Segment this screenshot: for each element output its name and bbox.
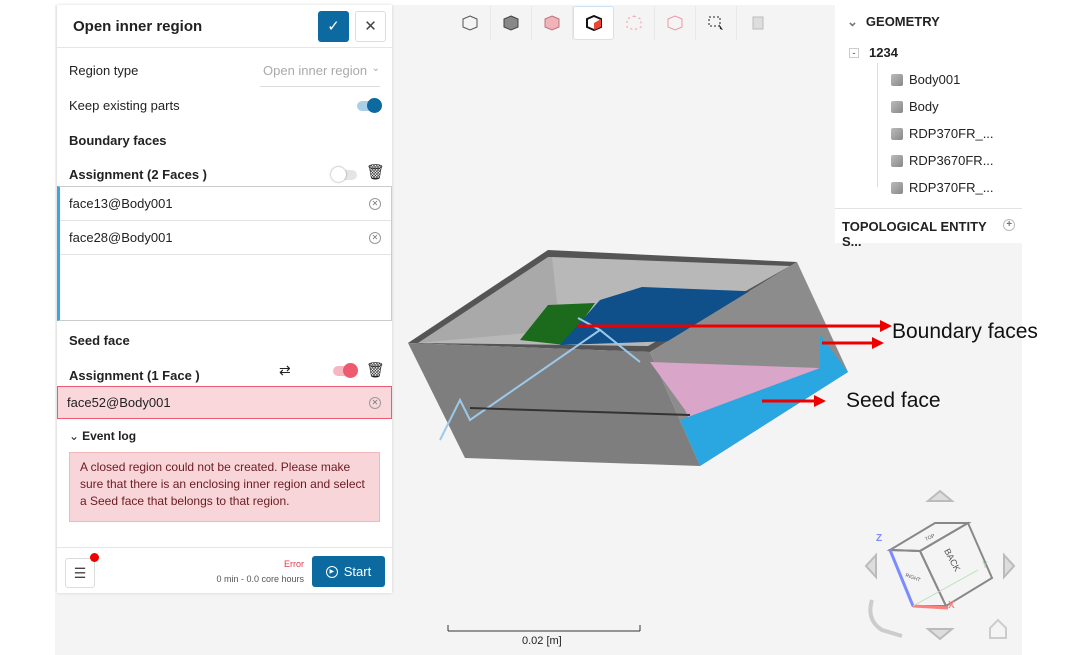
tree-root[interactable]: -1234 (849, 45, 898, 60)
wireframe-view-icon[interactable] (450, 6, 491, 40)
boundary-face-list[interactable]: face13@Body001 ✕ face28@Body001 ✕ (57, 186, 392, 321)
chevron-down-icon: ⌄ (69, 429, 80, 443)
body-icon (891, 154, 903, 167)
region-type-select[interactable]: Open inner region ⌄ (260, 60, 380, 87)
list-icon: ☰ (73, 565, 87, 581)
geometry-section[interactable]: ⌄ GEOMETRY (847, 14, 940, 30)
close-icon: ✕ (364, 18, 377, 35)
event-log-toggle[interactable]: ⌄ Event log (69, 429, 380, 443)
face-item[interactable]: face52@Body001 ✕ (58, 387, 391, 418)
open-inner-region-panel: Open inner region ✓ ✕ Region type Open i… (57, 5, 392, 593)
keep-parts-label: Keep existing parts (69, 98, 180, 113)
collapse-icon: - (849, 47, 859, 58)
tree-item[interactable]: Body (891, 99, 939, 114)
boundary-title: Boundary faces (69, 133, 167, 148)
log-list-button[interactable]: ☰ (65, 558, 95, 588)
swap-icon[interactable]: ⇄ (279, 362, 291, 379)
trash-icon[interactable]: 🗑 (366, 163, 385, 181)
panel-title: Open inner region (73, 17, 203, 35)
tree-item[interactable]: RDP370FR_... (891, 126, 994, 141)
geometry-tree: ⌄ GEOMETRY -1234 Body001 Body RDP370FR_..… (835, 5, 1022, 249)
tree-item[interactable]: RDP3670FR... (891, 153, 994, 168)
box-select-icon[interactable] (696, 6, 737, 40)
play-icon: ▶ (325, 565, 338, 578)
select-vertex-icon[interactable] (614, 6, 655, 40)
chevron-down-icon: ⌄ (847, 14, 858, 29)
boundary-annotation: Boundary faces (892, 320, 1038, 343)
remove-icon[interactable]: ✕ (369, 231, 381, 244)
select-face-icon[interactable] (573, 6, 614, 40)
body-icon (891, 181, 903, 194)
view-toolbar (450, 6, 778, 40)
error-message: A closed region could not be created. Pl… (69, 452, 380, 522)
hidden-parts-icon[interactable] (737, 6, 778, 40)
face-item[interactable]: face13@Body001 ✕ (60, 187, 391, 221)
close-button[interactable]: ✕ (355, 10, 386, 42)
keep-parts-toggle[interactable] (357, 98, 382, 113)
body-icon (891, 73, 903, 86)
boundary-toggle[interactable] (331, 167, 357, 182)
seed-face-list[interactable]: face52@Body001 ✕ (57, 386, 392, 419)
tree-item[interactable]: RDP370FR_... (891, 180, 994, 195)
tree-item[interactable]: Body001 (891, 72, 960, 87)
axis-x: X (948, 600, 955, 611)
remove-icon[interactable]: ✕ (369, 396, 381, 409)
confirm-button[interactable]: ✓ (318, 10, 349, 42)
notification-badge (90, 553, 99, 562)
body-icon (891, 127, 903, 140)
select-body-icon[interactable] (532, 6, 573, 40)
face-item[interactable]: face28@Body001 ✕ (60, 221, 391, 255)
select-edge-icon[interactable] (655, 6, 696, 40)
status-text: Error (284, 559, 304, 569)
check-icon: ✓ (327, 18, 340, 35)
body-icon (891, 100, 903, 113)
scale-label: 0.02 [m] (522, 635, 562, 647)
solid-view-icon[interactable] (491, 6, 532, 40)
remove-icon[interactable]: ✕ (369, 197, 381, 210)
axis-z: Z (876, 533, 883, 544)
trash-icon[interactable]: 🗑 (366, 361, 385, 379)
axis-y: Y (982, 560, 989, 570)
topological-section[interactable]: TOPOLOGICAL ENTITY S... + (835, 208, 1022, 259)
nav-cube[interactable] (864, 489, 1016, 641)
cost-text: 0 min - 0.0 core hours (216, 574, 304, 584)
seed-annotation: Seed face (846, 389, 941, 412)
seed-toggle[interactable] (333, 363, 358, 378)
start-button[interactable]: ▶ Start (312, 556, 385, 587)
chevron-down-icon: ⌄ (371, 63, 380, 74)
seed-title: Seed face (69, 333, 130, 348)
add-icon[interactable]: + (1003, 219, 1015, 231)
